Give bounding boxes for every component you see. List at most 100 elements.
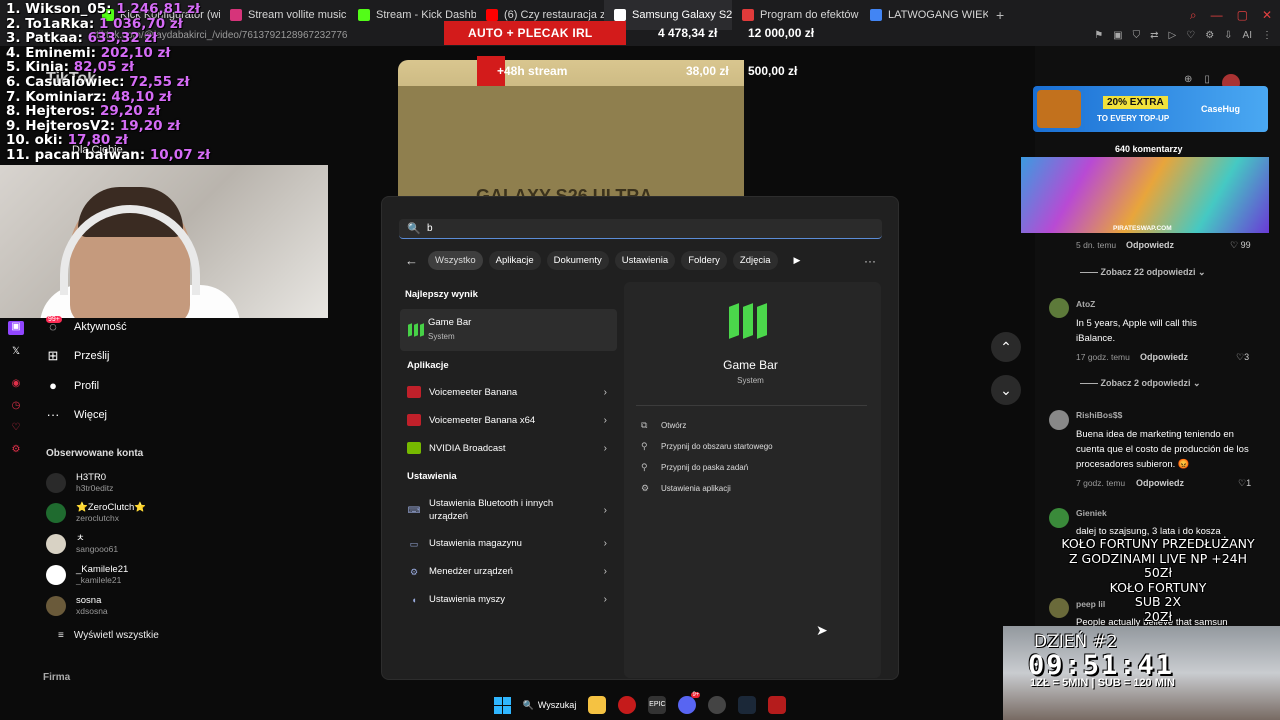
settings-result[interactable]: ◖ Ustawienia myszy › [407,593,607,606]
settings-result[interactable]: ▭ Ustawienia magazynu › [407,537,607,550]
scroll-right-icon[interactable]: ▶ [794,255,801,266]
ranking-amount: 1 246,81 zł [116,1,201,17]
menu-icon[interactable]: ⋮ [1262,30,1272,41]
clock-icon[interactable]: ◷ [8,400,24,411]
windows-start-icon[interactable] [493,696,511,714]
extensions-icon[interactable]: ⚙ [1205,30,1214,41]
best-match-item[interactable]: Game Bar System [400,309,617,351]
detail-action[interactable]: ⚲ Przypnij do paska zadań [641,462,748,473]
followed-account[interactable]: sosna xdsosna [46,595,246,616]
filter-chip[interactable]: Zdjęcia [732,251,778,270]
maximize-icon[interactable]: ▢ [1237,8,1248,23]
avatar[interactable] [1049,410,1069,430]
view-replies-button[interactable]: —— Zobacz 2 odpowiedzi ⌄ [1080,378,1201,389]
chevron-down-icon: ⌄ [1000,381,1012,398]
wheel-overlay-line: Z GODZINAMI LIVE NP +24H [1069,550,1247,566]
detail-action-label: Przypnij do obszaru startowego [661,442,773,451]
heart-icon[interactable]: ♡ [1186,30,1195,41]
tab-favicon-icon [742,9,754,21]
settings-result[interactable]: ⚙ Menedżer urządzeń › [407,565,607,578]
heart-outline-icon[interactable]: ♡ [8,422,24,433]
followed-account[interactable]: _Kamilele21 _kamilele21 [46,564,246,585]
search-tabs-icon[interactable]: ⌕ [1190,8,1197,23]
casehug-ad[interactable]: 20% EXTRA TO EVERY TOP-UP CaseHug [1033,86,1268,132]
filter-chip[interactable]: Ustawienia [614,251,676,270]
avatar[interactable] [1049,298,1069,318]
filter-chip[interactable]: Wszystko [428,251,483,270]
minimize-icon[interactable]: — [1211,8,1223,23]
previous-video-button[interactable]: ⌃ [991,332,1021,362]
translate-icon[interactable]: ⇄ [1150,30,1158,41]
more-options-icon[interactable]: ··· [864,254,876,268]
app-result[interactable]: Voicemeeter Banana x64 › [407,414,607,426]
next-video-button[interactable]: ⌄ [991,375,1021,405]
sidebar-item[interactable]: ··· Więcej [46,407,246,422]
sidebar-item-label: Więcej [74,408,108,421]
tab-favicon-icon [486,9,498,21]
search-input[interactable]: 🔍 b [399,219,882,239]
sidebar-item[interactable]: ⊞ Prześlij [46,348,246,364]
storage-icon: ▭ [409,538,419,549]
voicemeeter-icon[interactable] [768,696,787,714]
new-tab-button[interactable]: + [988,7,1012,23]
taskbar-search[interactable]: 🔍 Wyszukaj [523,700,577,711]
close-icon[interactable]: ✕ [1262,8,1272,23]
shield-icon[interactable]: ⛉ [1133,30,1141,41]
play-icon[interactable]: ▷ [1169,30,1177,41]
filter-chip[interactable]: Foldery [681,251,727,270]
download-icon[interactable]: ⇩ [1224,30,1232,41]
auction-item2-goal: 500,00 zł [748,64,798,78]
ai-icon[interactable]: AI [1243,30,1252,41]
avatar[interactable] [1049,508,1069,528]
epic-games-icon[interactable]: EPIC [648,696,667,714]
sidebar-item[interactable]: ● Profil [46,378,246,393]
pirateswap-banner[interactable] [1021,157,1269,233]
footer-company-link[interactable]: Firma [43,672,70,683]
app-result[interactable]: NVIDIA Broadcast › [407,442,607,454]
twitch-icon[interactable]: ▣ [8,321,24,335]
file-explorer-icon[interactable] [588,696,607,714]
browser-tab[interactable]: LATWOGANG WIEK - Szuk [860,0,988,30]
browser-tab[interactable]: Stream vollite music | List [220,0,348,30]
ranking-entry: 3. Patkaa: 633,32 zł [6,31,210,46]
reply-button[interactable]: Odpowiedz [1140,352,1188,362]
detail-action[interactable]: ⧉ Otwórz [641,420,686,431]
followed-account[interactable]: H3TR0 h3tr0editz [46,472,246,493]
app-result[interactable]: Voicemeeter Banana › [407,386,607,398]
reply-button[interactable]: Odpowiedz [1136,478,1184,488]
sidebar-item[interactable]: ◌ Aktywność [46,319,246,334]
ad-badge: 20% EXTRA [1103,96,1168,109]
obs-icon[interactable] [708,696,727,714]
ranking-amount: 633,32 zł [87,30,158,47]
record-icon[interactable]: ◉ [8,378,24,389]
like-button[interactable]: ♡3 [1236,352,1249,363]
opera-icon[interactable] [618,696,637,714]
filter-chip[interactable]: Dokumenty [546,251,609,270]
toolbar-extension-icons[interactable]: ⚑ ▣ ⛉ ⇄ ▷ ♡ ⚙ ⇩ AI ⋮ [1094,30,1272,41]
bookmark-icon[interactable]: ⚑ [1094,30,1103,41]
x-icon[interactable]: 𝕏 [8,346,24,357]
detail-action[interactable]: ⚲ Przypnij do obszaru startowego [641,441,773,452]
wheel-overlay-line: KOŁO FORTUNY PRZEDŁUŻANY [1061,536,1255,551]
screenshot-icon[interactable]: ▣ [1113,30,1122,41]
back-arrow-icon[interactable]: ← [405,253,418,268]
settings-icon[interactable]: ⚙ [8,444,24,455]
followed-account[interactable]: ㅊ sangooo61 [46,533,246,554]
steam-icon[interactable] [738,696,757,714]
sidebar-item-label: Profil [74,379,100,392]
comment-time: 17 godz. temu [1076,352,1130,362]
show-all-button[interactable]: ≡ Wyświetl wszystkie [58,630,159,641]
settings-result[interactable]: ⌨ Ustawienia Bluetooth i innych urządzeń › [407,497,608,523]
reply-button[interactable]: Odpowiedz [1126,240,1174,250]
followed-account[interactable]: ⭐ZeroClutch⭐ zeroclutchx [46,502,246,523]
discord-icon[interactable]: 9+ [678,692,701,714]
like-button[interactable]: ♡1 [1238,478,1251,489]
detail-action[interactable]: ⚙ Ustawienia aplikacji [641,483,731,494]
like-button[interactable]: ♡ 99 [1230,240,1251,251]
window-controls[interactable]: ⌕ — ▢ ✕ [1190,8,1272,23]
comment-user[interactable]: Gieniek [1076,508,1107,518]
view-replies-button[interactable]: —— Zobacz 22 odpowiedzi ⌄ [1080,267,1206,278]
comment-user[interactable]: AtoZ [1076,299,1095,309]
filter-chip[interactable]: Aplikacje [488,251,541,270]
comment-user[interactable]: RishiBos$$ [1076,410,1122,420]
